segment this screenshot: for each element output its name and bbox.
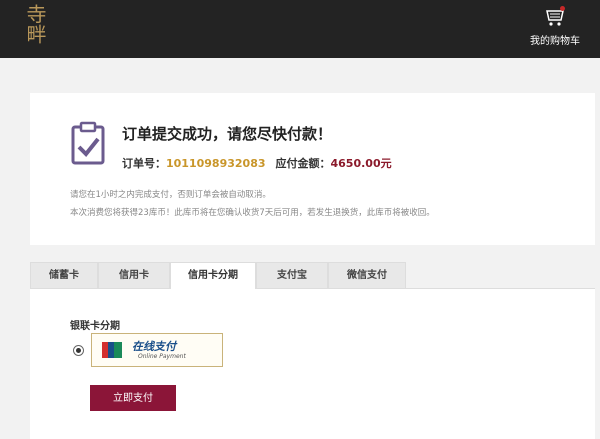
tab-credit-card[interactable]: 信用卡 — [98, 262, 170, 288]
order-success-title: 订单提交成功，请您尽快付款！ — [122, 125, 333, 143]
cart-label: 我的购物车 — [530, 36, 580, 47]
order-success-panel: 订单提交成功，请您尽快付款！ 订单号：1011098932083 应付金额：465… — [30, 93, 595, 245]
order-summary-line: 订单号：1011098932083 应付金额：4650.00元 — [122, 155, 392, 171]
unionpay-radio[interactable] — [73, 345, 84, 356]
payment-deadline-note: 请您在1小时之内完成支付，否则订单会被自动取消。 — [70, 190, 271, 200]
installment-content: 银联卡分期 在线支付 Online Payment 立即支付 — [30, 289, 595, 439]
installment-title: 银联卡分期 — [70, 321, 120, 332]
brand-logo[interactable]: 寺畔 — [18, 4, 52, 56]
unionpay-logo-icon — [102, 342, 122, 358]
tab-wechat-pay[interactable]: 微信支付 — [328, 262, 406, 288]
order-number: 1011098932083 — [166, 157, 266, 170]
cart-badge — [560, 6, 565, 11]
tab-debit-card[interactable]: 储蓄卡 — [30, 262, 98, 288]
points-reward-note: 本次消费您将获得23库币！此库币将在您确认收货7天后可用，若发生退换货，此库币将… — [70, 208, 435, 218]
logo-text: 寺畔 — [23, 4, 47, 44]
order-no-label: 订单号： — [122, 157, 166, 170]
pay-now-button[interactable]: 立即支付 — [90, 385, 176, 411]
my-cart-link[interactable]: 我的购物车 — [520, 6, 590, 47]
amount-label: 应付金额： — [275, 157, 331, 170]
tab-credit-installment[interactable]: 信用卡分期 — [170, 262, 256, 290]
top-bar: 寺畔 我的购物车 — [0, 0, 600, 58]
order-amount: 4650.00元 — [330, 157, 392, 170]
clipboard-check-icon — [71, 121, 105, 165]
tab-alipay[interactable]: 支付宝 — [256, 262, 328, 288]
payment-method-tabs: 储蓄卡 信用卡 信用卡分期 支付宝 微信支付 — [30, 262, 595, 290]
online-pay-subtitle: Online Payment — [138, 353, 186, 360]
unionpay-option[interactable]: 在线支付 Online Payment — [91, 333, 223, 367]
online-pay-label: 在线支付 — [132, 340, 176, 353]
